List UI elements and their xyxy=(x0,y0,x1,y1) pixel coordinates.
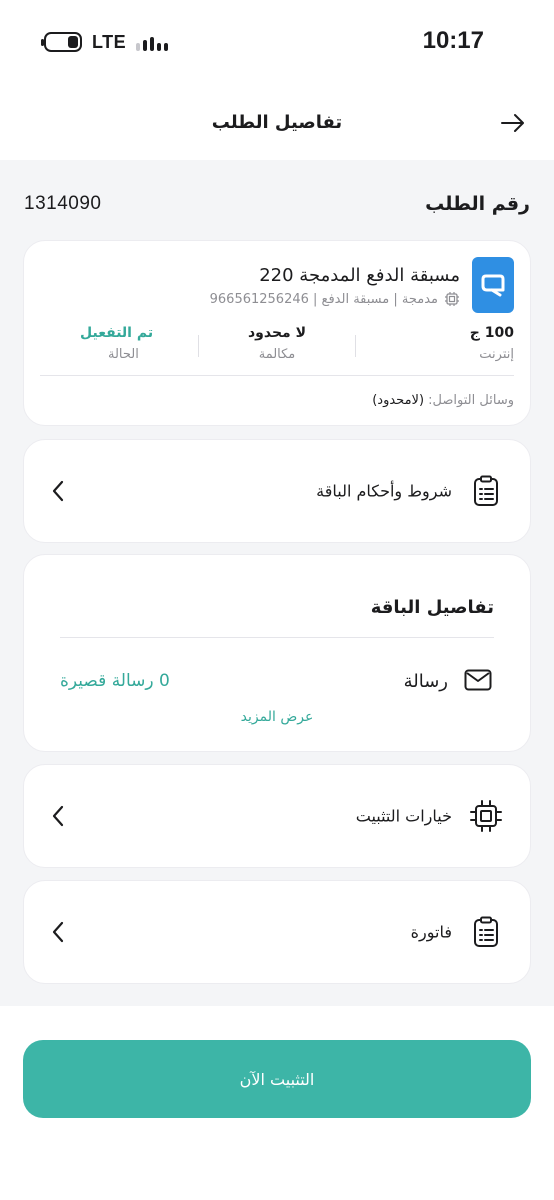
message-value: 0 رسالة قصيرة xyxy=(60,671,170,691)
install-options-label: خيارات التثبيت xyxy=(355,806,452,826)
status-time: 10:17 xyxy=(422,27,484,54)
chip-icon xyxy=(445,292,459,306)
order-number-row: 1314090 رقم الطلب xyxy=(24,190,530,218)
app-header: تفاصيل الطلب xyxy=(0,84,554,160)
plan-stats: 100 ج إنترنت لا محدود مكالمة تم التفعيل … xyxy=(40,325,514,373)
invoice-label: فاتورة xyxy=(410,922,452,942)
plan-logo xyxy=(472,257,514,313)
back-button[interactable] xyxy=(498,110,528,136)
contact-channels: وسائل التواصل: (لامحدود) xyxy=(372,393,514,408)
plan-divider xyxy=(40,375,514,376)
order-number: 1314090 xyxy=(24,193,102,214)
arrow-right-icon xyxy=(501,114,524,132)
show-more-link[interactable]: عرض المزيد xyxy=(24,709,530,725)
sim-logo-icon xyxy=(481,274,505,297)
plan-subtitle-text: مدمجة | مسبقة الدفع | 966561256246 xyxy=(209,291,438,307)
stat-calls-label: مكالمة xyxy=(258,347,296,362)
install-now-button[interactable]: التثبيت الآن xyxy=(23,1040,531,1118)
terms-row[interactable]: شروط وأحكام الباقة xyxy=(23,439,531,543)
plan-subtitle: مدمجة | مسبقة الدفع | 966561256246 xyxy=(210,291,460,307)
contact-channels-label: وسائل التواصل: xyxy=(428,393,514,408)
chevron-left-icon xyxy=(50,919,66,945)
network-type: LTE xyxy=(92,31,127,52)
package-details-title: تفاصيل الباقة xyxy=(370,597,494,618)
install-options-row[interactable]: خيارات التثبيت xyxy=(23,764,531,868)
package-details-divider xyxy=(60,637,494,638)
package-details-card: تفاصيل الباقة رسالة 0 رسالة قصيرة عرض ال… xyxy=(23,554,531,752)
stat-divider xyxy=(355,335,356,357)
stat-status: تم التفعيل الحالة xyxy=(40,325,198,373)
stat-internet-value: 100 ج xyxy=(469,325,514,341)
stat-divider xyxy=(198,335,199,357)
plan-name: مسبقة الدفع المدمجة 220 xyxy=(259,265,460,286)
stat-status-value: تم التفعيل xyxy=(80,325,154,341)
chevron-left-icon xyxy=(50,803,66,829)
envelope-icon xyxy=(464,669,492,691)
signal-icon xyxy=(136,33,169,51)
stat-calls-value: لا محدود xyxy=(247,325,307,341)
plan-card: مسبقة الدفع المدمجة 220 مدمجة | مسبقة ال… xyxy=(23,240,531,426)
chip-icon xyxy=(470,799,502,833)
clipboard-icon xyxy=(470,474,502,508)
stat-status-label: الحالة xyxy=(108,347,139,362)
stat-internet-label: إنترنت xyxy=(479,347,514,362)
battery-icon xyxy=(41,32,82,52)
contact-channels-value: (لامحدود) xyxy=(372,393,425,408)
terms-label: شروط وأحكام الباقة xyxy=(316,481,452,501)
clipboard-icon xyxy=(470,915,502,949)
stat-internet: 100 ج إنترنت xyxy=(356,325,514,373)
status-indicators: LTE xyxy=(41,30,169,54)
status-bar: LTE 10:17 xyxy=(0,0,554,84)
order-number-label: رقم الطلب xyxy=(425,193,530,215)
chevron-left-icon xyxy=(50,478,66,504)
invoice-row[interactable]: فاتورة xyxy=(23,880,531,984)
message-label: رسالة xyxy=(403,671,448,692)
page-title: تفاصيل الطلب xyxy=(211,112,343,133)
stat-calls: لا محدود مكالمة xyxy=(198,325,356,373)
